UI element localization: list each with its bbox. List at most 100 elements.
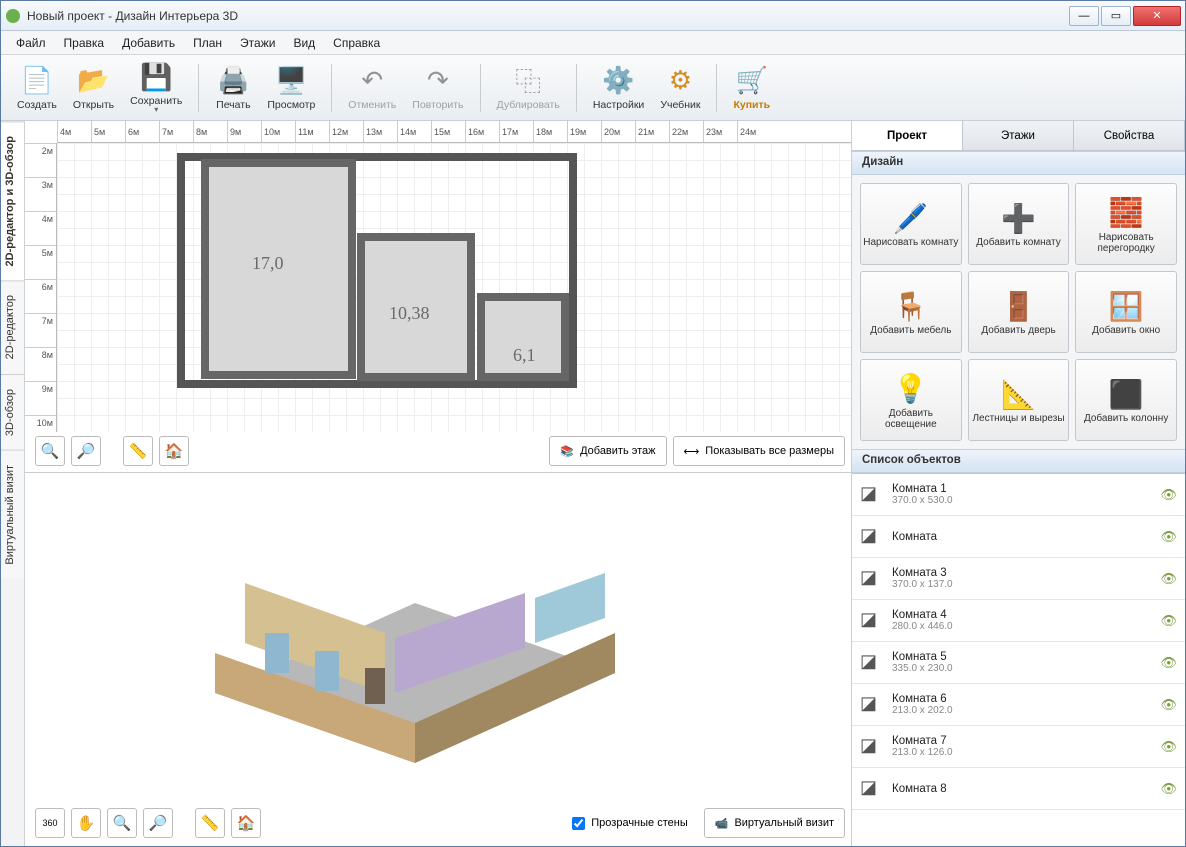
visibility-toggle[interactable]: 👁: [1160, 739, 1177, 755]
object-name: Комната 4: [892, 609, 1152, 621]
toolbar-buy-button[interactable]: 🛒Купить: [725, 63, 778, 113]
object-dimensions: 213.0 x 126.0: [892, 747, 1152, 758]
stairs-icon: 📐: [1001, 375, 1036, 413]
ruler-tick: 4м: [25, 211, 56, 245]
add-door-button[interactable]: 🚪Добавить дверь: [968, 271, 1070, 353]
model-3d-render: [185, 493, 645, 783]
print-icon: 🖨️: [217, 65, 249, 97]
toolbar-print-button[interactable]: 🖨️Печать: [207, 63, 259, 113]
objects-section-header: Список объектов: [852, 449, 1185, 473]
object-row[interactable]: ◪ Комната 3370.0 x 137.0 👁: [852, 558, 1185, 600]
draw-room-button[interactable]: 🖊️Нарисовать комнату: [860, 183, 962, 265]
ruler-tick: 8м: [25, 347, 56, 381]
zoom-out-3d-button[interactable]: 🔍: [107, 808, 137, 838]
toolbar-label: Создать: [17, 99, 57, 111]
design-button-label: Нарисовать комнату: [861, 237, 960, 249]
ruler-tick: 7м: [159, 121, 193, 142]
ruler-tick: 16м: [465, 121, 499, 142]
visibility-toggle[interactable]: 👁: [1160, 613, 1177, 629]
virtual-visit-button[interactable]: 📹Виртуальный визит: [704, 808, 845, 838]
toolbar-settings-button[interactable]: ⚙️Настройки: [585, 63, 653, 113]
open-icon: 📂: [78, 65, 110, 97]
vtab-3d[interactable]: 3D-обзор: [1, 374, 24, 450]
zoom-in-button[interactable]: 🔎: [71, 436, 101, 466]
home-button[interactable]: 🏠: [159, 436, 189, 466]
add-window-button[interactable]: 🪟Добавить окно: [1075, 271, 1177, 353]
visibility-toggle[interactable]: 👁: [1160, 571, 1177, 587]
ruler-tick: 3м: [25, 177, 56, 211]
ruler-tick: 24м: [737, 121, 771, 142]
toolbar-create-button[interactable]: 📄 Создать: [9, 63, 65, 113]
right-tab-props[interactable]: Свойства: [1074, 121, 1185, 150]
toolbar-separator: [480, 64, 481, 112]
window-controls: — ▭ ✕: [1069, 6, 1181, 26]
visibility-toggle[interactable]: 👁: [1160, 781, 1177, 797]
view3d-toolbar: 360 ✋ 🔍 🔎 📏 🏠 Прозрачные стены 📹Виртуаль…: [35, 806, 845, 840]
ruler-tick: 11м: [295, 121, 329, 142]
view-3d[interactable]: 360 ✋ 🔍 🔎 📏 🏠 Прозрачные стены 📹Виртуаль…: [25, 473, 851, 846]
home-3d-button[interactable]: 🏠: [231, 808, 261, 838]
vtab-2d[interactable]: 2D-редактор: [1, 280, 24, 373]
design-button-label: Добавить окно: [1090, 325, 1162, 337]
object-list[interactable]: ◪ Комната 1370.0 x 530.0 👁◪ Комната 👁◪ К…: [852, 473, 1185, 846]
add-floor-button[interactable]: 📚Добавить этаж: [549, 436, 666, 466]
ruler-button[interactable]: 📏: [123, 436, 153, 466]
object-row[interactable]: ◪ Комната 5335.0 x 230.0 👁: [852, 642, 1185, 684]
right-tab-project[interactable]: Проект: [852, 121, 963, 150]
object-row[interactable]: ◪ Комната 6213.0 x 202.0 👁: [852, 684, 1185, 726]
menu-вид[interactable]: Вид: [284, 33, 324, 53]
cube-icon: ◪: [860, 693, 884, 717]
zoom-out-button[interactable]: 🔍: [35, 436, 65, 466]
menu-добавить[interactable]: Добавить: [113, 33, 184, 53]
menu-план[interactable]: План: [184, 33, 231, 53]
object-row[interactable]: ◪ Комната 8 👁: [852, 768, 1185, 810]
object-dimensions: 370.0 x 137.0: [892, 579, 1152, 590]
draw-wall-button[interactable]: 🧱Нарисовать перегородку: [1075, 183, 1177, 265]
maximize-button[interactable]: ▭: [1101, 6, 1131, 26]
add-column-button[interactable]: ⬛Добавить колонну: [1075, 359, 1177, 441]
canvas-2d[interactable]: 17,010,386,1: [57, 143, 851, 432]
menu-справка[interactable]: Справка: [324, 33, 389, 53]
pan-button[interactable]: ✋: [71, 808, 101, 838]
design-section-header: Дизайн: [852, 151, 1185, 175]
vtab-2d3d[interactable]: 2D-редактор и 3D-обзор: [1, 121, 24, 280]
ruler-3d-button[interactable]: 📏: [195, 808, 225, 838]
right-panel: ПроектЭтажиСвойства Дизайн 🖊️Нарисовать …: [851, 121, 1185, 846]
cube-icon: ◪: [860, 483, 884, 507]
design-button-label: Добавить освещение: [861, 408, 961, 431]
toolbar-open-button[interactable]: 📂Открыть: [65, 63, 122, 113]
toolbar-tutorial-button[interactable]: ⚙Учебник: [652, 63, 708, 113]
stairs-button[interactable]: 📐Лестницы и вырезы: [968, 359, 1070, 441]
visibility-toggle[interactable]: 👁: [1160, 655, 1177, 671]
zoom-in-3d-button[interactable]: 🔎: [143, 808, 173, 838]
menu-этажи[interactable]: Этажи: [231, 33, 284, 53]
show-dimensions-button[interactable]: ⟷Показывать все размеры: [673, 436, 845, 466]
visibility-toggle[interactable]: 👁: [1160, 697, 1177, 713]
right-tab-floors[interactable]: Этажи: [963, 121, 1074, 150]
create-icon: 📄: [21, 65, 53, 97]
add-room-button[interactable]: ➕Добавить комнату: [968, 183, 1070, 265]
object-row[interactable]: ◪ Комната 7213.0 x 126.0 👁: [852, 726, 1185, 768]
menu-правка[interactable]: Правка: [55, 33, 114, 53]
design-button-label: Добавить мебель: [868, 325, 953, 337]
rotate-360-button[interactable]: 360: [35, 808, 65, 838]
menu-файл[interactable]: Файл: [7, 33, 55, 53]
minimize-button[interactable]: —: [1069, 6, 1099, 26]
visibility-toggle[interactable]: 👁: [1160, 487, 1177, 503]
toolbar-preview-button[interactable]: 🖥️Просмотр: [259, 63, 323, 113]
object-name: Комната 3: [892, 567, 1152, 579]
add-furniture-button[interactable]: 🪑Добавить мебель: [860, 271, 962, 353]
toolbar-save-button[interactable]: 💾Сохранить▾: [122, 59, 190, 116]
toolbar-separator: [576, 64, 577, 112]
room[interactable]: [477, 293, 569, 381]
vtab-virtual[interactable]: Виртуальный визит: [1, 450, 24, 579]
visibility-toggle[interactable]: 👁: [1160, 529, 1177, 545]
object-row[interactable]: ◪ Комната 4280.0 x 446.0 👁: [852, 600, 1185, 642]
design-buttons-grid: 🖊️Нарисовать комнату➕Добавить комнату🧱На…: [852, 175, 1185, 449]
transparent-walls-checkbox[interactable]: Прозрачные стены: [562, 808, 697, 838]
add-light-button[interactable]: 💡Добавить освещение: [860, 359, 962, 441]
undo-icon: ↶: [356, 65, 388, 97]
object-row[interactable]: ◪ Комната 👁: [852, 516, 1185, 558]
object-row[interactable]: ◪ Комната 1370.0 x 530.0 👁: [852, 474, 1185, 516]
close-button[interactable]: ✕: [1133, 6, 1181, 26]
